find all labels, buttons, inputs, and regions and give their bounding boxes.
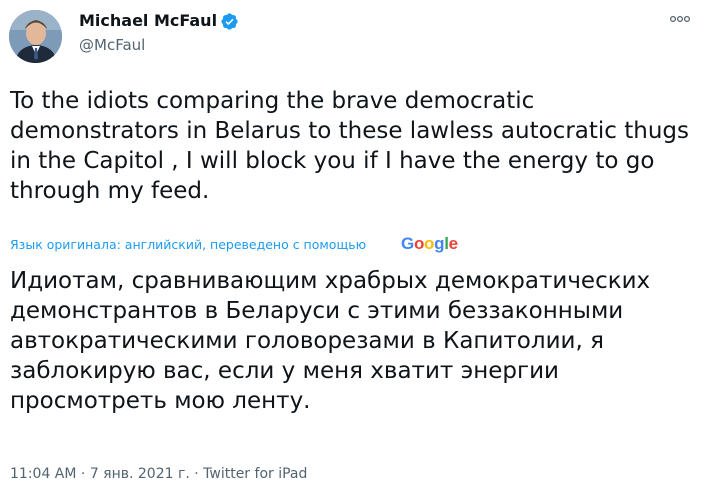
google-logo-letter: G [401, 234, 414, 253]
tweet-meta: 11:04 AM · 7 янв. 2021 г. · Twitter for … [10, 464, 307, 484]
tweet-card: Michael McFaul @McFaul To the idiots com… [0, 0, 709, 491]
translation-notice[interactable]: Язык оригинала: английский, переведено с… [10, 236, 366, 254]
translated-text: Идиотам, сравнивающим храбрых демократич… [10, 268, 651, 414]
tweet-date[interactable]: 7 янв. 2021 г. [90, 466, 190, 482]
author-handle[interactable]: @McFaul [79, 35, 145, 55]
more-options-icon[interactable] [669, 11, 691, 27]
google-logo-letter: e [448, 234, 458, 253]
verified-badge-icon [220, 12, 239, 31]
google-logo-letter: o [424, 234, 435, 253]
meta-separator: · [189, 466, 204, 482]
google-logo-letter: g [434, 234, 445, 253]
meta-separator: · [76, 466, 90, 482]
author-name[interactable]: Michael McFaul [79, 11, 217, 31]
avatar-image [9, 10, 62, 63]
avatar[interactable] [9, 10, 62, 63]
google-logo: Google [401, 232, 458, 256]
tweet-time[interactable]: 11:04 AM [10, 466, 76, 482]
tweet-text: To the idiots comparing the brave democr… [10, 88, 689, 204]
tweet-source[interactable]: Twitter for iPad [203, 466, 307, 482]
google-logo-letter: o [413, 234, 425, 253]
